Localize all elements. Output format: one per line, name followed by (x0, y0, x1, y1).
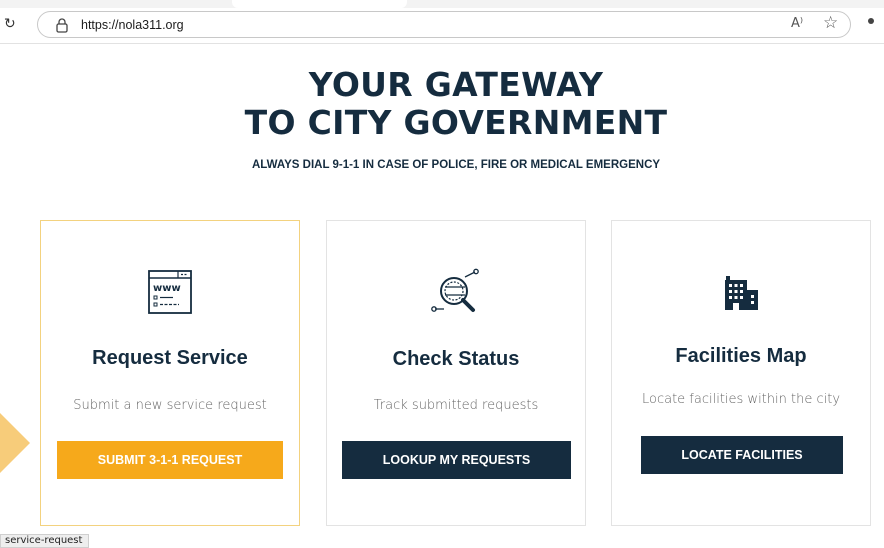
card-request-service: www Request Service Submit a new service… (40, 220, 300, 526)
favorite-star-icon[interactable]: ☆ (823, 13, 838, 33)
url-text[interactable]: https://nola311.org (81, 18, 184, 32)
card-title: Facilities Map (675, 345, 807, 367)
card-description: Submit a new service request (73, 398, 267, 413)
card-title: Request Service (92, 347, 248, 369)
card-title: Check Status (392, 348, 520, 370)
reload-icon[interactable]: ↻ (4, 16, 16, 32)
link-status-tooltip: service-request (0, 534, 90, 548)
emergency-notice: ALWAYS DIAL 9-1-1 IN CASE OF POLICE, FIR… (251, 159, 661, 171)
card-description: Track submitted requests (373, 398, 539, 413)
card-check-status: Check Status Track submitted requests LO… (326, 220, 586, 526)
browser-toolbar: ↻ https://nola311.org A⁾ ☆ (0, 0, 884, 44)
pointer-arrow (0, 413, 30, 473)
svg-text:www: www (153, 283, 181, 294)
card-description: Locate facilities within the city (641, 392, 841, 407)
lock-icon[interactable] (55, 17, 69, 33)
hero-title-line1: YOUR GATEWAY (308, 65, 604, 104)
hero-title: YOUR GATEWAY TO CITY GOVERNMENT (0, 66, 884, 142)
address-bar[interactable]: https://nola311.org A⁾ ☆ (37, 11, 851, 38)
buildings-icon (725, 276, 758, 310)
submit-request-button[interactable]: SUBMIT 3-1-1 REQUEST (57, 441, 283, 479)
card-facilities-map: Facilities Map Locate facilities within … (611, 220, 871, 526)
hero-title-line2: TO CITY GOVERNMENT (244, 103, 668, 142)
page: ↻ https://nola311.org A⁾ ☆ YOUR GATEWAY … (0, 0, 884, 548)
active-tab[interactable] (232, 0, 407, 8)
website-icon: www (148, 270, 192, 314)
tab-strip (0, 0, 884, 8)
lookup-requests-button[interactable]: LOOKUP MY REQUESTS (342, 441, 571, 479)
more-menu-icon[interactable] (868, 18, 874, 24)
read-aloud-icon[interactable]: A⁾ (791, 16, 803, 31)
magnifier-search-icon (431, 268, 479, 312)
locate-facilities-button[interactable]: LOCATE FACILITIES (641, 436, 843, 474)
